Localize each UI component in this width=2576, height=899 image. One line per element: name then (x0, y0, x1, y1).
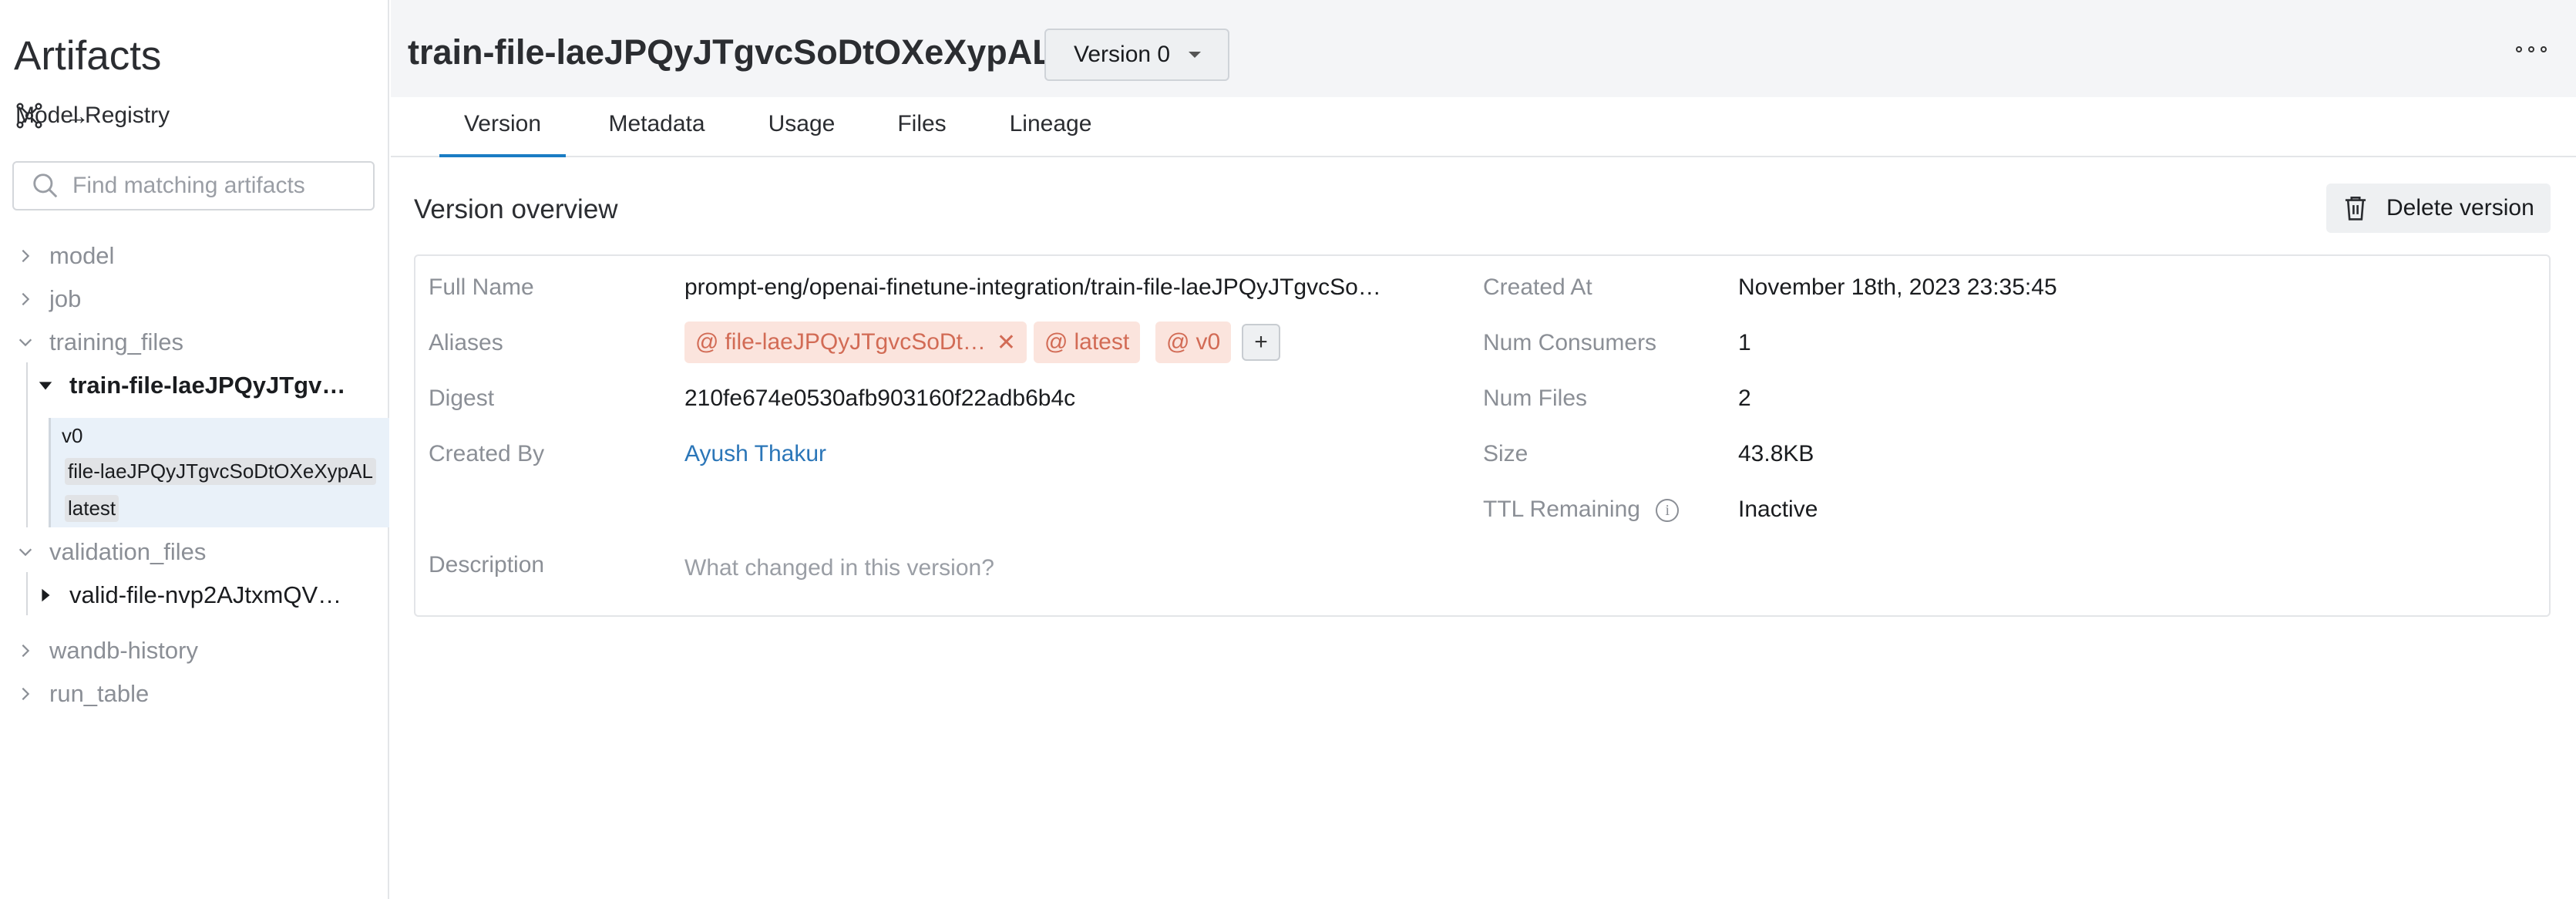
alias-tag-label: v0 (1196, 329, 1221, 355)
search-input[interactable] (72, 173, 365, 199)
full-name-value: prompt-eng/openai-finetune-integration/t… (684, 274, 1381, 300)
artifact-header: train-file-laeJPQyJTgvcSoDtOXeXypAL Vers… (391, 0, 2576, 97)
alias-chip: file-laeJPQyJTgvcSoDtOXeXypAL (65, 458, 376, 485)
tree-item-validation-files[interactable]: validation_files (14, 532, 206, 572)
artifact-search (12, 161, 375, 210)
tree-guide-line (26, 362, 28, 527)
tree-item-wandb-history[interactable]: wandb-history (14, 631, 198, 671)
sidebar-title: Artifacts (14, 33, 162, 79)
digest-value: 210fe674e0530afb903160f22adb6b4c (684, 386, 1076, 411)
tab-usage[interactable]: Usage (766, 111, 837, 156)
artifacts-sidebar: Artifacts Model Registry → model job tra… (0, 0, 389, 899)
search-icon (33, 173, 58, 198)
chevron-right-icon (14, 288, 37, 311)
tree-item-label: valid-file-nvp2AJtxmQV… (69, 581, 342, 608)
version-select[interactable]: Version 0 (1044, 29, 1229, 81)
more-options-icon[interactable] (2516, 42, 2547, 57)
num-consumers-label: Num Consumers (1483, 330, 1657, 355)
num-files-value: 2 (1738, 386, 1751, 411)
chevron-right-icon (14, 639, 37, 662)
version-select-value: Version 0 (1074, 42, 1171, 67)
tree-item-model[interactable]: model (14, 236, 114, 276)
num-files-label: Num Files (1483, 386, 1588, 411)
alias-tag-label: file-laeJPQyJTgvcSoDt… (725, 329, 986, 355)
chevron-down-icon (14, 331, 37, 354)
chevron-down-icon (14, 540, 37, 564)
tree-item-label: train-file-laeJPQyJTgv… (69, 372, 346, 399)
trash-icon (2345, 196, 2366, 221)
alias-chip: latest (65, 495, 119, 522)
tree-item-train-file[interactable]: train-file-laeJPQyJTgv… (34, 365, 345, 406)
full-name-label: Full Name (429, 274, 534, 300)
version-overview-title: Version overview (414, 194, 618, 224)
at-icon: @ (695, 329, 719, 355)
created-by-label: Created By (429, 441, 545, 466)
digest-label: Digest (429, 386, 495, 411)
at-icon: @ (1166, 329, 1190, 355)
created-by-link[interactable]: Ayush Thakur (684, 441, 826, 467)
close-icon[interactable]: ✕ (997, 329, 1016, 356)
tab-version[interactable]: Version (439, 111, 566, 157)
size-label: Size (1483, 441, 1528, 466)
num-consumers-value: 1 (1738, 330, 1751, 355)
created-at-label: Created At (1483, 274, 1592, 300)
delete-version-button[interactable]: Delete version (2326, 184, 2551, 233)
tab-metadata[interactable]: Metadata (605, 111, 708, 156)
alias-tag-label: latest (1074, 329, 1130, 355)
info-icon[interactable]: i (1656, 499, 1680, 523)
tree-item-label: job (49, 285, 82, 312)
tree-item-label: model (49, 242, 115, 269)
at-icon: @ (1044, 329, 1068, 355)
tree-item-valid-file[interactable]: valid-file-nvp2AJtxmQV… (34, 575, 341, 615)
tree-item-job[interactable]: job (14, 279, 81, 319)
caret-right-icon (34, 584, 57, 607)
description-input[interactable]: What changed in this version? (684, 555, 994, 581)
alias-tag-latest[interactable]: @ latest (1034, 322, 1141, 363)
description-label: Description (429, 552, 545, 577)
selected-version-v0[interactable]: v0 file-laeJPQyJTgvcSoDtOXeXypAL latest (49, 418, 389, 527)
tree-item-label: run_table (49, 680, 150, 707)
model-registry-link[interactable]: Model Registry → (15, 97, 170, 134)
artifact-title: train-file-laeJPQyJTgvcSoDtOXeXypAL (408, 32, 1054, 72)
caret-down-icon (34, 374, 57, 397)
tab-files[interactable]: Files (895, 111, 949, 156)
add-alias-button[interactable]: + (1242, 324, 1280, 361)
ttl-remaining-row: TTL Remaining i (1483, 497, 1680, 523)
created-at-value: November 18th, 2023 23:35:45 (1738, 274, 2057, 300)
alias-tag-file[interactable]: @ file-laeJPQyJTgvcSoDt… ✕ (684, 322, 1027, 363)
tab-bar: Version Metadata Usage Files Lineage (391, 97, 2576, 157)
ttl-remaining-value: Inactive (1738, 497, 1818, 522)
tree-item-label: validation_files (49, 538, 207, 565)
ttl-remaining-label: TTL Remaining (1483, 497, 1640, 522)
delete-version-label: Delete version (2386, 195, 2534, 221)
tree-item-run-table[interactable]: run_table (14, 674, 149, 714)
tree-item-training-files[interactable]: training_files (14, 322, 183, 362)
chevron-right-icon (14, 682, 37, 705)
chevron-right-icon (14, 244, 37, 268)
caret-down-icon (1189, 52, 1202, 58)
alias-tag-v0[interactable]: @ v0 (1155, 322, 1232, 363)
tree-item-label: wandb-history (49, 637, 198, 664)
version-label: v0 (62, 424, 83, 447)
tree-item-label: training_files (49, 328, 184, 355)
tree-guide-line (26, 572, 28, 615)
tab-lineage[interactable]: Lineage (1008, 111, 1093, 156)
aliases-label: Aliases (429, 330, 503, 355)
size-value: 43.8KB (1738, 441, 1814, 466)
model-registry-label: Model Registry (15, 103, 170, 128)
